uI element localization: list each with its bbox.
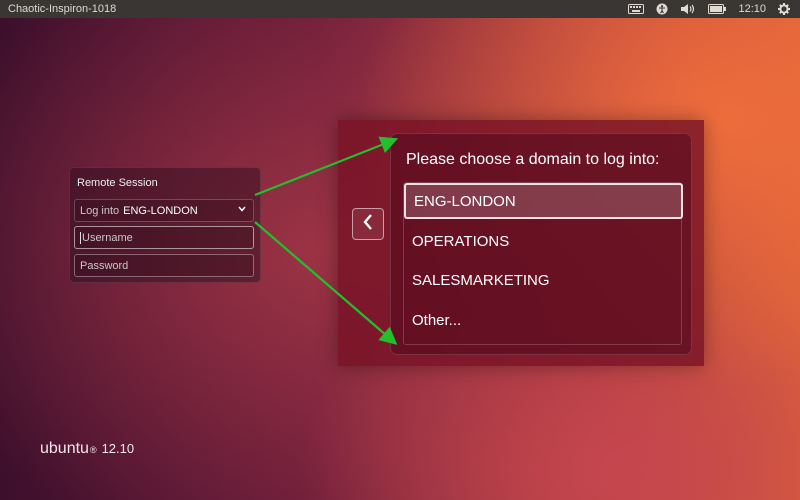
chevron-left-icon [362,213,374,236]
domain-prompt: Please choose a domain to log into: [406,151,660,168]
accessibility-icon[interactable] [656,2,668,16]
password-field[interactable]: Password [74,254,254,277]
indicator-area: 12:10 [628,2,800,16]
domain-item-operations[interactable]: OPERATIONS [404,223,681,259]
domain-item-label: SALESMARKETING [412,271,550,289]
domain-chooser: Please choose a domain to log into: ENG-… [390,133,692,355]
back-button[interactable] [352,208,384,240]
password-placeholder: Password [80,259,129,272]
username-placeholder: Username [82,231,133,244]
keyboard-icon[interactable] [628,2,645,16]
domain-item-label: OPERATIONS [412,232,510,250]
username-field[interactable]: Username [74,226,254,249]
domain-item-eng-london[interactable]: ENG-LONDON [404,183,683,219]
text-cursor [80,231,81,244]
ubuntu-logo: ubuntu ® 12.10 [40,440,134,458]
top-panel: Chaotic-Inspiron-1018 12:10 [0,0,800,18]
domain-item-label: Other... [412,311,462,329]
domain-item-label: ENG-LONDON [414,192,516,210]
domain-chooser-panel: Please choose a domain to log into: ENG-… [338,120,704,366]
remote-login-box: Remote Session Log into ENG-LONDON Usern… [69,167,261,283]
brand-version: 12.10 [101,441,135,456]
gear-icon[interactable] [778,2,790,16]
volume-icon[interactable] [680,2,696,16]
domain-item-other[interactable]: Other... [404,302,681,338]
brand-name: ubuntu [40,440,89,457]
brand-mark: ® [89,445,97,455]
clock[interactable]: 12:10 [738,3,766,15]
login-title: Remote Session [77,177,158,189]
hostname: Chaotic-Inspiron-1018 [8,3,117,15]
domain-selector-value: ENG-LONDON [123,204,198,217]
domain-list: ENG-LONDON OPERATIONS SALESMARKETING Oth… [403,182,683,345]
domain-selector[interactable]: Log into ENG-LONDON [74,199,254,222]
domain-item-salesmarketing[interactable]: SALESMARKETING [404,262,681,298]
battery-icon[interactable] [708,2,727,16]
chevron-down-icon [238,204,246,215]
domain-selector-prefix: Log into [80,204,120,217]
